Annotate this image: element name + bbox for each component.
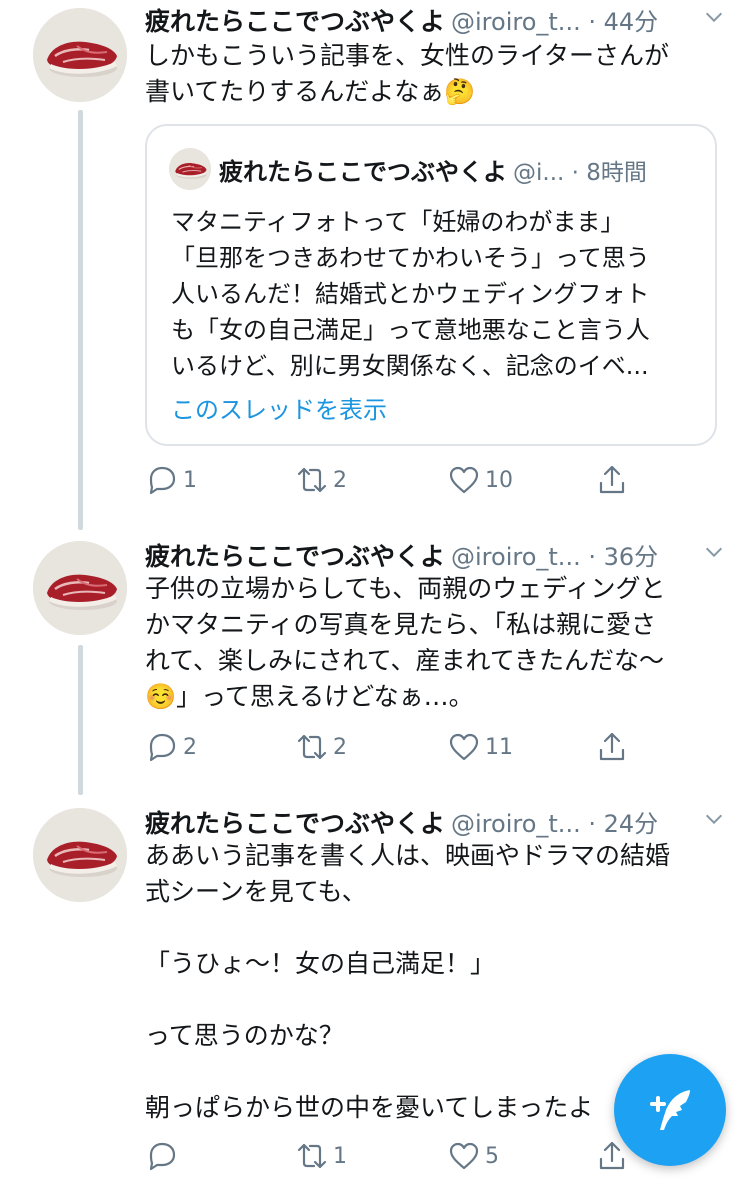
display-name[interactable]: 疲れたらここでつぶやくよ <box>145 542 445 571</box>
share-icon <box>599 732 625 761</box>
retweet-icon <box>297 1143 327 1169</box>
display-name[interactable]: 疲れたらここでつぶやくよ <box>145 7 445 36</box>
chevron-down-icon[interactable] <box>703 808 725 830</box>
heart-icon <box>449 733 479 761</box>
display-name: 疲れたらここでつぶやくよ <box>219 158 507 186</box>
thread-connector <box>78 645 83 795</box>
reply-count: 1 <box>183 467 197 493</box>
like-button[interactable]: 5 <box>447 1136 499 1176</box>
like-count: 5 <box>485 1143 499 1169</box>
share-button[interactable] <box>595 460 629 500</box>
compose-tweet-icon <box>650 1090 690 1130</box>
quoted-line: 「旦那をつきあわせてかわいそう」って思う <box>171 244 650 272</box>
quoted-line: いるけど、別に男女関係なく、記念のイベ... <box>171 352 649 380</box>
reply-button[interactable]: 1 <box>145 460 197 500</box>
avatar[interactable] <box>33 8 127 102</box>
like-button[interactable]: 11 <box>447 727 513 767</box>
tweet-header: 疲れたらここでつぶやくよ @iroiro_t... · 24分 <box>145 804 725 840</box>
share-button[interactable] <box>595 727 629 767</box>
tweet-text: 子供の立場からしても、両親のウェディングと かマタニティの写真を見たら、「私は親… <box>145 574 666 711</box>
like-button[interactable]: 10 <box>447 460 513 500</box>
chevron-down-icon[interactable] <box>703 541 725 563</box>
tweet-actions: 2 2 11 <box>145 727 705 767</box>
retweet-button[interactable]: 2 <box>295 727 347 767</box>
thread-connector <box>78 110 83 530</box>
reply-icon <box>149 466 176 495</box>
retweet-icon <box>297 467 327 493</box>
retweet-button[interactable]: 2 <box>295 460 347 500</box>
reply-icon <box>149 733 176 762</box>
share-icon <box>599 1141 625 1170</box>
reply-button[interactable]: 2 <box>145 727 197 767</box>
retweet-button[interactable]: 1 <box>295 1136 347 1176</box>
quoted-tweet[interactable]: 疲れたらここでつぶやくよ @i... · 8時間 マタニティフォトって「妊婦のわが… <box>145 124 717 446</box>
show-thread-link[interactable]: このスレッドを表示 <box>171 390 387 425</box>
handle-and-time: @iroiro_t... · 36分 <box>451 543 659 571</box>
quoted-tweet-header: 疲れたらここでつぶやくよ @i... · 8時間 <box>219 152 647 187</box>
tweet-text: しかもこういう記事を、女性のライターさんが 書いてたりするんだよなぁ🤔 <box>145 41 670 106</box>
reply-count: 2 <box>183 734 197 760</box>
avatar[interactable] <box>33 808 127 902</box>
retweet-icon <box>297 734 327 760</box>
quoted-tweet-text: マタニティフォトって「妊婦のわがまま」 「旦那をつきあわせてかわいそう」って思う… <box>171 204 701 384</box>
avatar[interactable] <box>33 541 127 635</box>
display-name[interactable]: 疲れたらここでつぶやくよ <box>145 809 445 838</box>
tweet-header: 疲れたらここでつぶやくよ @iroiro_t... · 36分 <box>145 537 725 573</box>
compose-tweet-button[interactable] <box>614 1054 726 1166</box>
retweet-count: 1 <box>333 1143 347 1169</box>
retweet-count: 2 <box>333 467 347 493</box>
handle-and-time: @iroiro_t... · 44分 <box>451 8 659 36</box>
tweet-actions: 1 2 10 <box>145 460 705 500</box>
chevron-down-icon[interactable] <box>703 6 725 28</box>
share-icon <box>599 465 625 494</box>
retweet-count: 2 <box>333 734 347 760</box>
avatar <box>169 148 211 190</box>
heart-icon <box>449 466 479 494</box>
like-count: 10 <box>485 467 513 493</box>
quoted-line: マタニティフォトって「妊婦のわがまま」 <box>171 208 625 236</box>
handle-and-time: @i... · 8時間 <box>513 160 647 186</box>
handle-and-time: @iroiro_t... · 24分 <box>451 810 659 838</box>
quoted-line: も「女の自己満足」って意地悪なこと言う人 <box>171 316 650 344</box>
tweet-actions: 1 5 <box>145 1136 705 1176</box>
reply-button[interactable] <box>145 1136 183 1176</box>
heart-icon <box>449 1142 479 1170</box>
tweet-header: 疲れたらここでつぶやくよ @iroiro_t... · 44分 <box>145 2 725 38</box>
reply-icon <box>149 1142 176 1171</box>
quoted-line: 人いるんだ！結婚式とかウェディングフォト <box>171 280 650 308</box>
like-count: 11 <box>485 734 513 760</box>
